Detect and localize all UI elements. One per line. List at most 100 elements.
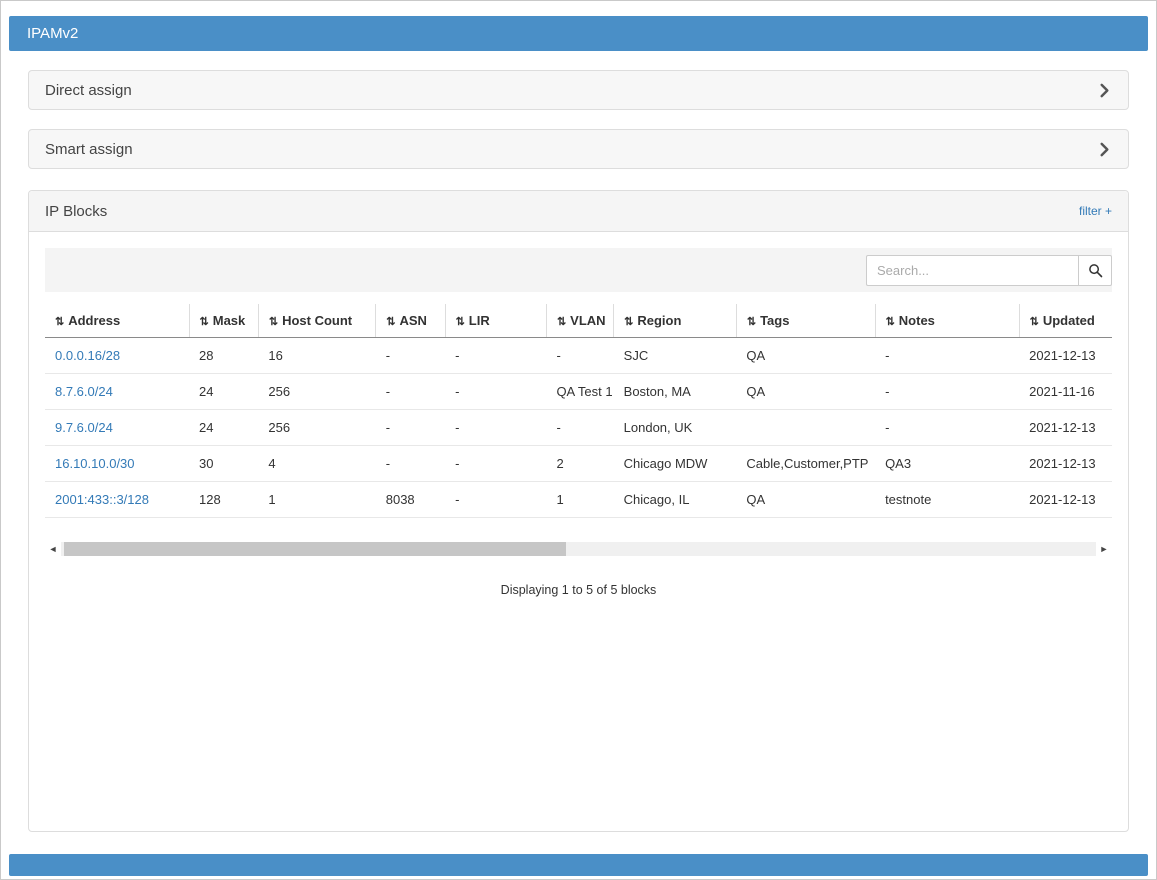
sort-icon: ⇅ <box>269 316 278 328</box>
cell-address: 2001:433::3/128 <box>45 482 189 518</box>
sort-icon: ⇅ <box>557 316 566 328</box>
smart-assign-panel-header[interactable]: Smart assign <box>28 129 1129 169</box>
sort-icon: ⇅ <box>200 316 209 328</box>
table-row: 8.7.6.0/2424256--QA Test 1Boston, MAQA-2… <box>45 374 1112 410</box>
column-header-asn[interactable]: ⇅ ASN <box>376 304 445 338</box>
cell-host_count: 256 <box>258 410 375 446</box>
cell-lir: - <box>445 446 546 482</box>
cell-mask: 30 <box>189 446 258 482</box>
footer-bar <box>9 854 1148 876</box>
column-header-notes[interactable]: ⇅ Notes <box>875 304 1019 338</box>
cell-mask: 24 <box>189 374 258 410</box>
cell-asn: 8038 <box>376 482 445 518</box>
cell-region: Chicago, IL <box>614 482 737 518</box>
column-label: Notes <box>899 313 935 328</box>
direct-assign-label: Direct assign <box>45 82 132 99</box>
column-header-region[interactable]: ⇅ Region <box>614 304 737 338</box>
cell-tags: QA <box>736 338 875 374</box>
scroll-right-arrow-icon[interactable]: ► <box>1096 544 1112 554</box>
cell-address: 9.7.6.0/24 <box>45 410 189 446</box>
cell-vlan: - <box>546 338 613 374</box>
column-header-vlan[interactable]: ⇅VLAN <box>546 304 613 338</box>
column-header-updated[interactable]: ⇅Updated <box>1019 304 1112 338</box>
direct-assign-panel-header[interactable]: Direct assign <box>28 70 1129 110</box>
search-button[interactable] <box>1078 255 1112 286</box>
cell-tags: Cable,Customer,PTP <box>736 446 875 482</box>
cell-notes: QA3 <box>875 446 1019 482</box>
column-label: LIR <box>469 313 490 328</box>
cell-asn: - <box>376 338 445 374</box>
table-body: 0.0.0.16/282816---SJCQA-2021-12-138.7.6.… <box>45 338 1112 518</box>
table-row: 0.0.0.16/282816---SJCQA-2021-12-13 <box>45 338 1112 374</box>
sort-icon: ⇅ <box>456 316 465 328</box>
cell-host_count: 16 <box>258 338 375 374</box>
cell-updated: 2021-12-13 <box>1019 482 1112 518</box>
search-group <box>866 255 1112 286</box>
column-header-lir[interactable]: ⇅ LIR <box>445 304 546 338</box>
cell-asn: - <box>376 374 445 410</box>
app-header-bar: IPAMv2 <box>9 16 1148 51</box>
search-input[interactable] <box>866 255 1078 286</box>
address-link[interactable]: 16.10.10.0/30 <box>55 456 135 471</box>
column-label: Updated <box>1043 313 1095 328</box>
ip-blocks-panel-body: ⇅Address⇅Mask⇅Host Count⇅ASN⇅LIR⇅VLAN⇅Re… <box>29 232 1128 613</box>
address-link[interactable]: 0.0.0.16/28 <box>55 348 120 363</box>
cell-region: Boston, MA <box>614 374 737 410</box>
cell-asn: - <box>376 446 445 482</box>
table-row: 2001:433::3/12812818038-1Chicago, ILQAte… <box>45 482 1112 518</box>
column-label: Mask <box>213 313 246 328</box>
cell-region: London, UK <box>614 410 737 446</box>
column-label: Region <box>637 313 681 328</box>
app-title: IPAMv2 <box>27 25 78 42</box>
column-header-tags[interactable]: ⇅ Tags <box>736 304 875 338</box>
cell-notes: - <box>875 374 1019 410</box>
table-status-text: Displaying 1 to 5 of 5 blocks <box>45 583 1112 597</box>
column-label: Tags <box>760 313 789 328</box>
address-link[interactable]: 9.7.6.0/24 <box>55 420 113 435</box>
ip-blocks-panel-header: IP Blocks filter + <box>29 191 1128 232</box>
horizontal-scrollbar: ◄ ► <box>45 542 1112 556</box>
scrollbar-track[interactable] <box>61 542 1096 556</box>
address-link[interactable]: 8.7.6.0/24 <box>55 384 113 399</box>
filter-link[interactable]: filter + <box>1079 204 1112 218</box>
cell-asn: - <box>376 410 445 446</box>
sort-icon: ⇅ <box>747 316 756 328</box>
cell-address: 16.10.10.0/30 <box>45 446 189 482</box>
cell-updated: 2021-12-13 <box>1019 410 1112 446</box>
scroll-left-arrow-icon[interactable]: ◄ <box>45 544 61 554</box>
chevron-right-icon <box>1097 142 1112 157</box>
sort-icon: ⇅ <box>55 316 64 328</box>
cell-lir: - <box>445 338 546 374</box>
cell-tags <box>736 410 875 446</box>
column-header-host_count[interactable]: ⇅ Host Count <box>258 304 375 338</box>
cell-lir: - <box>445 374 546 410</box>
cell-host_count: 256 <box>258 374 375 410</box>
cell-notes: - <box>875 338 1019 374</box>
cell-tags: QA <box>736 374 875 410</box>
sort-icon: ⇅ <box>624 316 633 328</box>
ip-blocks-title: IP Blocks <box>45 203 107 220</box>
ip-blocks-table: ⇅Address⇅Mask⇅Host Count⇅ASN⇅LIR⇅VLAN⇅Re… <box>45 304 1112 518</box>
cell-host_count: 1 <box>258 482 375 518</box>
cell-tags: QA <box>736 482 875 518</box>
cell-region: Chicago MDW <box>614 446 737 482</box>
cell-updated: 2021-11-16 <box>1019 374 1112 410</box>
cell-updated: 2021-12-13 <box>1019 338 1112 374</box>
chevron-right-icon <box>1097 83 1112 98</box>
scrollbar-thumb[interactable] <box>64 542 566 556</box>
cell-notes: testnote <box>875 482 1019 518</box>
column-header-mask[interactable]: ⇅ Mask <box>189 304 258 338</box>
column-label: ASN <box>399 313 426 328</box>
address-link[interactable]: 2001:433::3/128 <box>55 492 149 507</box>
cell-address: 0.0.0.16/28 <box>45 338 189 374</box>
cell-updated: 2021-12-13 <box>1019 446 1112 482</box>
sort-icon: ⇅ <box>386 316 395 328</box>
table-row: 9.7.6.0/2424256---London, UK-2021-12-13 <box>45 410 1112 446</box>
sort-icon: ⇅ <box>886 316 895 328</box>
cell-vlan: QA Test 1 <box>546 374 613 410</box>
cell-lir: - <box>445 482 546 518</box>
column-label: Host Count <box>282 313 352 328</box>
cell-mask: 28 <box>189 338 258 374</box>
cell-mask: 128 <box>189 482 258 518</box>
column-header-address[interactable]: ⇅Address <box>45 304 189 338</box>
